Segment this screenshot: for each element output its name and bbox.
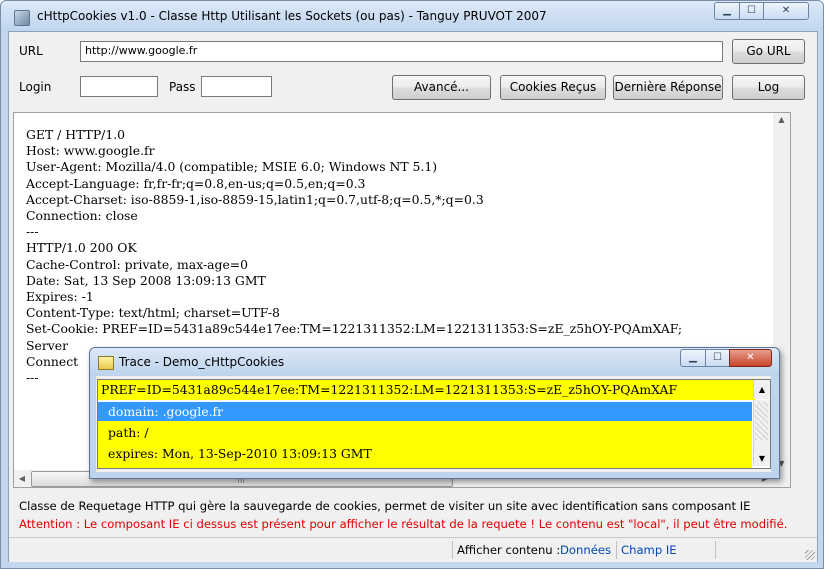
response-line: GET / HTTP/1.0: [26, 127, 126, 142]
maximize-button[interactable]: ☐: [739, 2, 764, 20]
scroll-up-icon[interactable]: ▲: [754, 385, 770, 394]
response-line: Expires: -1: [26, 289, 94, 305]
trace-maximize-button[interactable]: ☐: [705, 349, 730, 367]
scroll-up-icon[interactable]: ▲: [773, 115, 790, 124]
trace-cookie-header[interactable]: PREF=ID=5431a89c544e17ee:TM=1221311352:L…: [98, 380, 756, 400]
login-label: Login: [19, 80, 52, 94]
trace-rows: domain: .google.fr path: / expires: Mon,…: [98, 402, 752, 468]
main-window: cHttpCookies v1.0 - Classe Http Utilisan…: [0, 0, 824, 569]
description-text: Classe de Requetage HTTP qui gère la sau…: [19, 499, 751, 513]
pass-input[interactable]: [201, 76, 272, 97]
trace-title-bar[interactable]: Trace - Demo_cHttpCookies ▁ ☐ ✕: [90, 348, 779, 376]
maximize-icon: ☐: [747, 5, 756, 16]
trace-header-scroll[interactable]: ▲: [753, 380, 770, 399]
resize-grip-icon[interactable]: [805, 550, 815, 560]
response-line: Cache-Control: private, max-age=0: [26, 256, 249, 272]
response-line: Host: www.google.fr: [26, 143, 155, 159]
close-button[interactable]: ✕: [763, 2, 809, 20]
trace-scroll-track[interactable]: [755, 402, 768, 440]
status-separator: [616, 541, 617, 559]
list-item[interactable]: domain: .google.fr: [98, 402, 752, 421]
url-input[interactable]: http://www.google.fr: [80, 41, 723, 62]
close-icon: ✕: [746, 352, 755, 363]
app-icon: [14, 10, 30, 26]
list-item[interactable]: path: /: [98, 423, 752, 442]
scroll-left-icon[interactable]: ◀: [17, 474, 27, 483]
trace-vertical-scrollbar[interactable]: ▼: [753, 400, 770, 466]
trace-window-icon: [98, 356, 114, 370]
log-button[interactable]: Log: [732, 75, 805, 100]
advanced-button[interactable]: Avancé...: [392, 75, 491, 100]
response-line: User-Agent: Mozilla/4.0 (compatible; MSI…: [26, 159, 438, 175]
last-response-button[interactable]: Dernière Réponse: [613, 75, 723, 100]
scroll-down-icon[interactable]: ▼: [754, 454, 770, 463]
response-line: Date: Sat, 13 Sep 2008 13:09:13 GMT: [26, 272, 266, 288]
trace-minimize-button[interactable]: ▁: [680, 349, 706, 367]
go-url-button[interactable]: Go URL: [732, 39, 805, 64]
status-separator: [715, 541, 716, 559]
maximize-icon: ☐: [713, 352, 722, 363]
ie-field-link[interactable]: Champ IE: [621, 543, 677, 557]
login-input[interactable]: [80, 76, 158, 97]
warning-text: Attention : Le composant IE ci dessus es…: [19, 517, 788, 531]
minimize-button[interactable]: ▁: [714, 2, 740, 20]
trace-close-button[interactable]: ✕: [729, 349, 772, 367]
response-line: Accept-Language: fr,fr-fr;q=0.8,en-us;q=…: [26, 175, 366, 191]
response-line: Connection: close: [26, 208, 138, 224]
trace-listbox[interactable]: PREF=ID=5431a89c544e17ee:TM=1221311352:L…: [97, 379, 771, 469]
minimize-icon: ▁: [723, 5, 731, 16]
window-title: cHttpCookies v1.0 - Classe Http Utilisan…: [37, 9, 547, 23]
response-line: HTTP/1.0 200 OK: [26, 240, 137, 256]
pass-label: Pass: [169, 80, 196, 94]
list-item[interactable]: expires: Mon, 13-Sep-2010 13:09:13 GMT: [98, 444, 752, 463]
cookies-received-button[interactable]: Cookies Reçus: [500, 75, 606, 100]
minimize-icon: ▁: [689, 352, 697, 363]
trace-body: PREF=ID=5431a89c544e17ee:TM=1221311352:L…: [96, 376, 771, 472]
data-link[interactable]: Données: [560, 543, 611, 557]
close-icon: ✕: [781, 5, 791, 16]
status-bar: Afficher contenu : Données Champ IE: [9, 537, 817, 562]
title-bar[interactable]: cHttpCookies v1.0 - Classe Http Utilisan…: [1, 1, 823, 31]
response-line: ---: [26, 224, 39, 240]
response-line: Content-Type: text/html; charset=UTF-8: [26, 305, 280, 321]
url-label: URL: [19, 44, 43, 58]
response-line: Set-Cookie: PREF=ID=5431a89c544e17ee:TM=…: [26, 321, 683, 337]
show-content-label: Afficher contenu :: [457, 543, 561, 557]
client-area: URL http://www.google.fr Go URL Login Pa…: [8, 31, 818, 562]
trace-window: Trace - Demo_cHttpCookies ▁ ☐ ✕ PREF=ID=…: [89, 347, 780, 479]
response-line: Accept-Charset: iso-8859-1,iso-8859-15,l…: [26, 191, 484, 207]
trace-window-title: Trace - Demo_cHttpCookies: [119, 355, 285, 369]
status-separator: [452, 541, 453, 559]
